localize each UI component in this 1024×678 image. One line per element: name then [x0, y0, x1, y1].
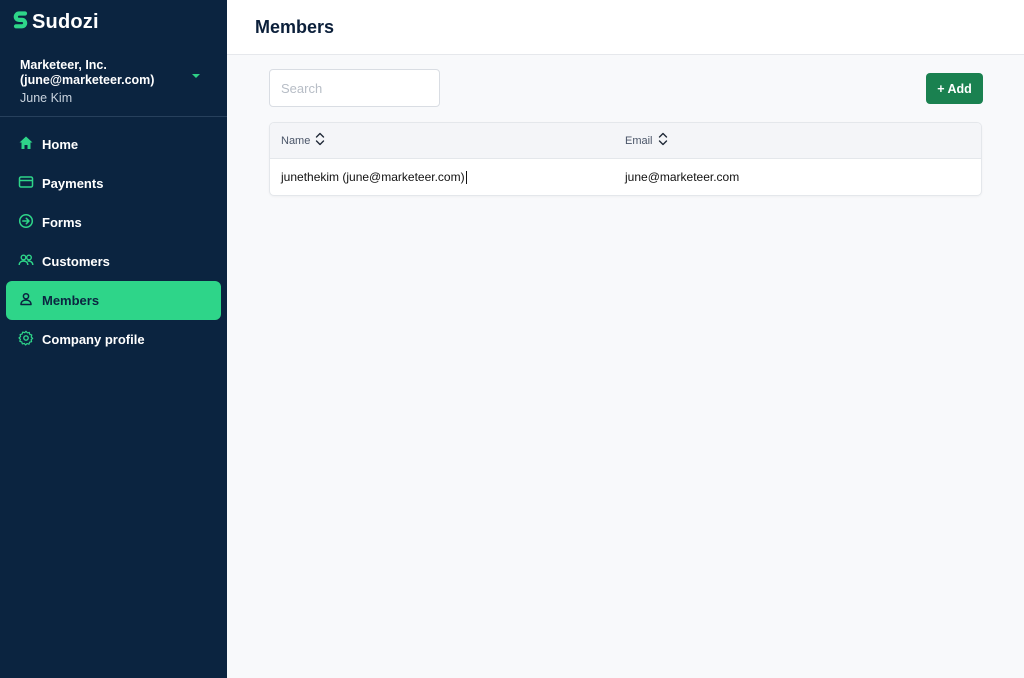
sidebar-nav: Home Payments Forms Customers Members Co… [0, 117, 227, 367]
sort-icon[interactable] [310, 131, 325, 150]
app-window: Sudozi Marketeer, Inc. (june@marketeer.c… [0, 0, 1024, 678]
logo-icon [12, 10, 32, 35]
sort-icon[interactable] [653, 131, 668, 150]
page-title: Members [255, 16, 335, 37]
sidebar-item-label: Payments [42, 176, 104, 191]
column-label: Name [281, 134, 311, 147]
table-row[interactable]: junethekim (june@marketeer.com) june@mar… [270, 159, 981, 195]
column-header-name[interactable]: Name [270, 131, 625, 150]
sidebar-item-company-profile[interactable]: Company profile [6, 320, 221, 359]
member-email: june@marketeer.com [625, 170, 740, 184]
sidebar-item-customers[interactable]: Customers [6, 242, 221, 281]
sidebar-item-label: Home [42, 137, 79, 152]
search-input[interactable] [269, 69, 440, 107]
user-icon [18, 291, 42, 310]
arrow-circle-icon [18, 213, 42, 232]
account-user: June Kim [20, 91, 73, 105]
column-header-email[interactable]: Email [625, 131, 981, 150]
chevron-down-icon[interactable] [192, 74, 200, 78]
sidebar-item-label: Company profile [42, 332, 145, 347]
main-content: Members + Add Name Email [227, 0, 1024, 678]
account-company: Marketeer, Inc. (june@marketeer.com) [20, 58, 155, 87]
column-label: Email [625, 134, 653, 147]
sidebar-item-payments[interactable]: Payments [6, 164, 221, 203]
sidebar: Sudozi Marketeer, Inc. (june@marketeer.c… [0, 0, 227, 678]
text-cursor [465, 171, 467, 185]
brand-name: Sudozi [32, 10, 99, 33]
member-name: junethekim (june@marketeer.com) [281, 169, 465, 184]
sidebar-item-label: Forms [42, 215, 82, 230]
add-member-button[interactable]: + Add [926, 73, 983, 104]
sidebar-item-home[interactable]: Home [6, 125, 221, 164]
home-icon [18, 135, 42, 154]
sidebar-item-label: Customers [42, 254, 110, 269]
member-name-cell: junethekim (june@marketeer.com) [270, 169, 625, 185]
sidebar-item-label: Members [42, 293, 100, 308]
users-icon [18, 252, 42, 271]
page-header: Members [227, 0, 1024, 55]
sidebar-item-members[interactable]: Members [6, 281, 221, 320]
table-header: Name Email [270, 123, 981, 159]
members-table: Name Email junethekim (june@marketeer.co… [269, 122, 982, 196]
brand[interactable]: Sudozi [0, 0, 227, 44]
gear-icon [18, 330, 42, 349]
sidebar-item-forms[interactable]: Forms [6, 203, 221, 242]
credit-card-icon [18, 174, 42, 193]
account-switcher[interactable]: Marketeer, Inc. (june@marketeer.com) Jun… [0, 44, 227, 117]
